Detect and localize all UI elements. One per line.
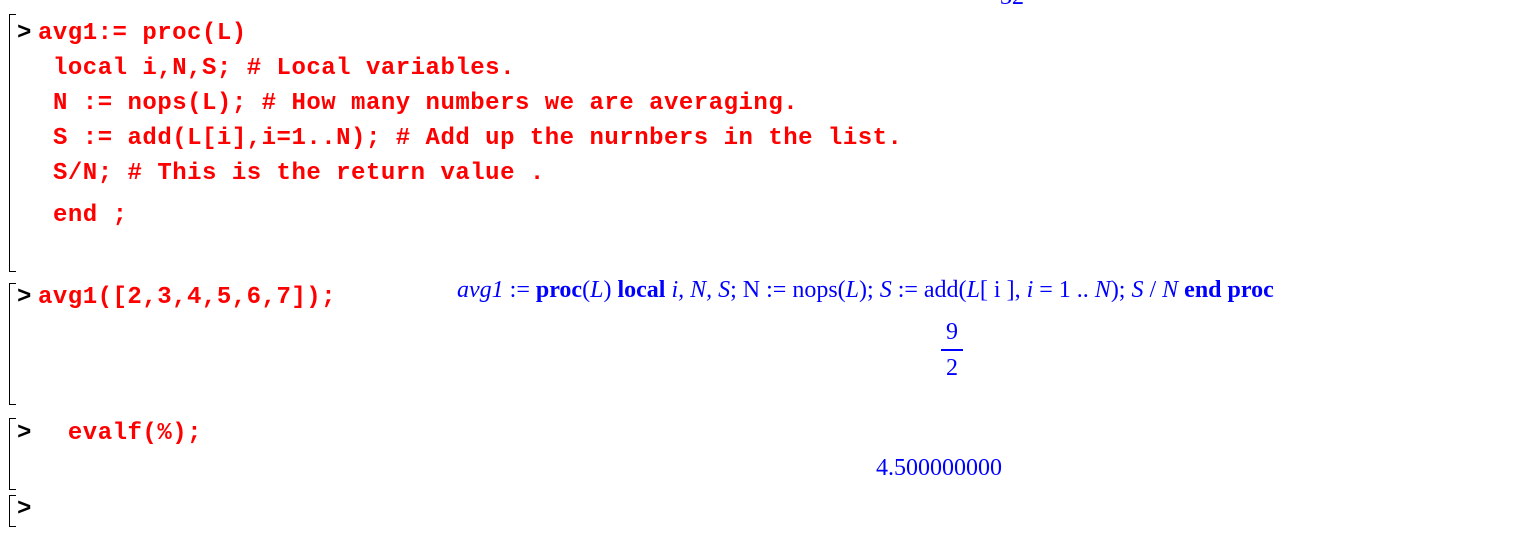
code-line[interactable]: N := nops(L); # How many numbers we are … (53, 89, 798, 119)
evalf-output: 4.500000000 (876, 455, 1002, 481)
input-prompt[interactable]: > (17, 19, 31, 49)
local-keyword: local (611, 277, 672, 303)
code-line[interactable]: end ; (53, 201, 128, 231)
fraction-denominator: 2 (946, 355, 958, 381)
output-name: avg1 (457, 277, 504, 303)
code-line[interactable]: avg1([2,3,4,5,6,7]); (38, 283, 336, 313)
code-line[interactable]: local i,N,S; # Local variables. (53, 54, 515, 84)
execution-group-bracket[interactable] (9, 283, 16, 405)
input-prompt[interactable]: > (17, 495, 31, 525)
end-proc-keyword: end proc (1178, 277, 1274, 303)
code-line[interactable]: S := add(L[i],i=1..N); # Add up the nurn… (53, 124, 902, 154)
maple-worksheet: 32 > avg1:= proc(L) local i,N,S; # Local… (0, 0, 1526, 535)
execution-group-bracket[interactable] (9, 14, 16, 272)
proc-keyword: proc (535, 277, 583, 303)
code-line[interactable]: S/N; # This is the return value . (53, 159, 545, 189)
execution-group-bracket[interactable] (9, 495, 16, 527)
execution-group-bracket[interactable] (9, 418, 16, 490)
input-prompt[interactable]: > (17, 419, 31, 449)
fraction-output: 9 2 (937, 319, 967, 381)
code-line[interactable]: evalf(%); (53, 419, 202, 449)
fraction-bar (941, 349, 963, 351)
input-prompt[interactable]: > (17, 283, 31, 313)
code-line[interactable]: avg1:= proc(L) (38, 19, 247, 49)
procedure-output: avg1 := proc(L) local i, N, S; N := nops… (457, 277, 1274, 303)
fraction-numerator: 9 (946, 319, 958, 345)
previous-output-fragment: 32 (1000, 0, 1024, 11)
